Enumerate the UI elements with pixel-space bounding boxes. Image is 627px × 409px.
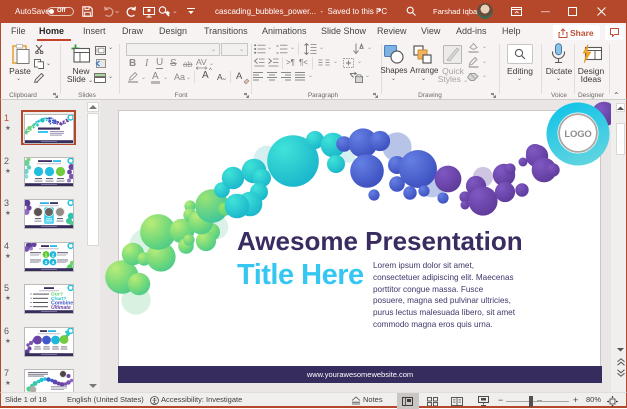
svg-text:LOGO: LOGO <box>564 129 591 140</box>
